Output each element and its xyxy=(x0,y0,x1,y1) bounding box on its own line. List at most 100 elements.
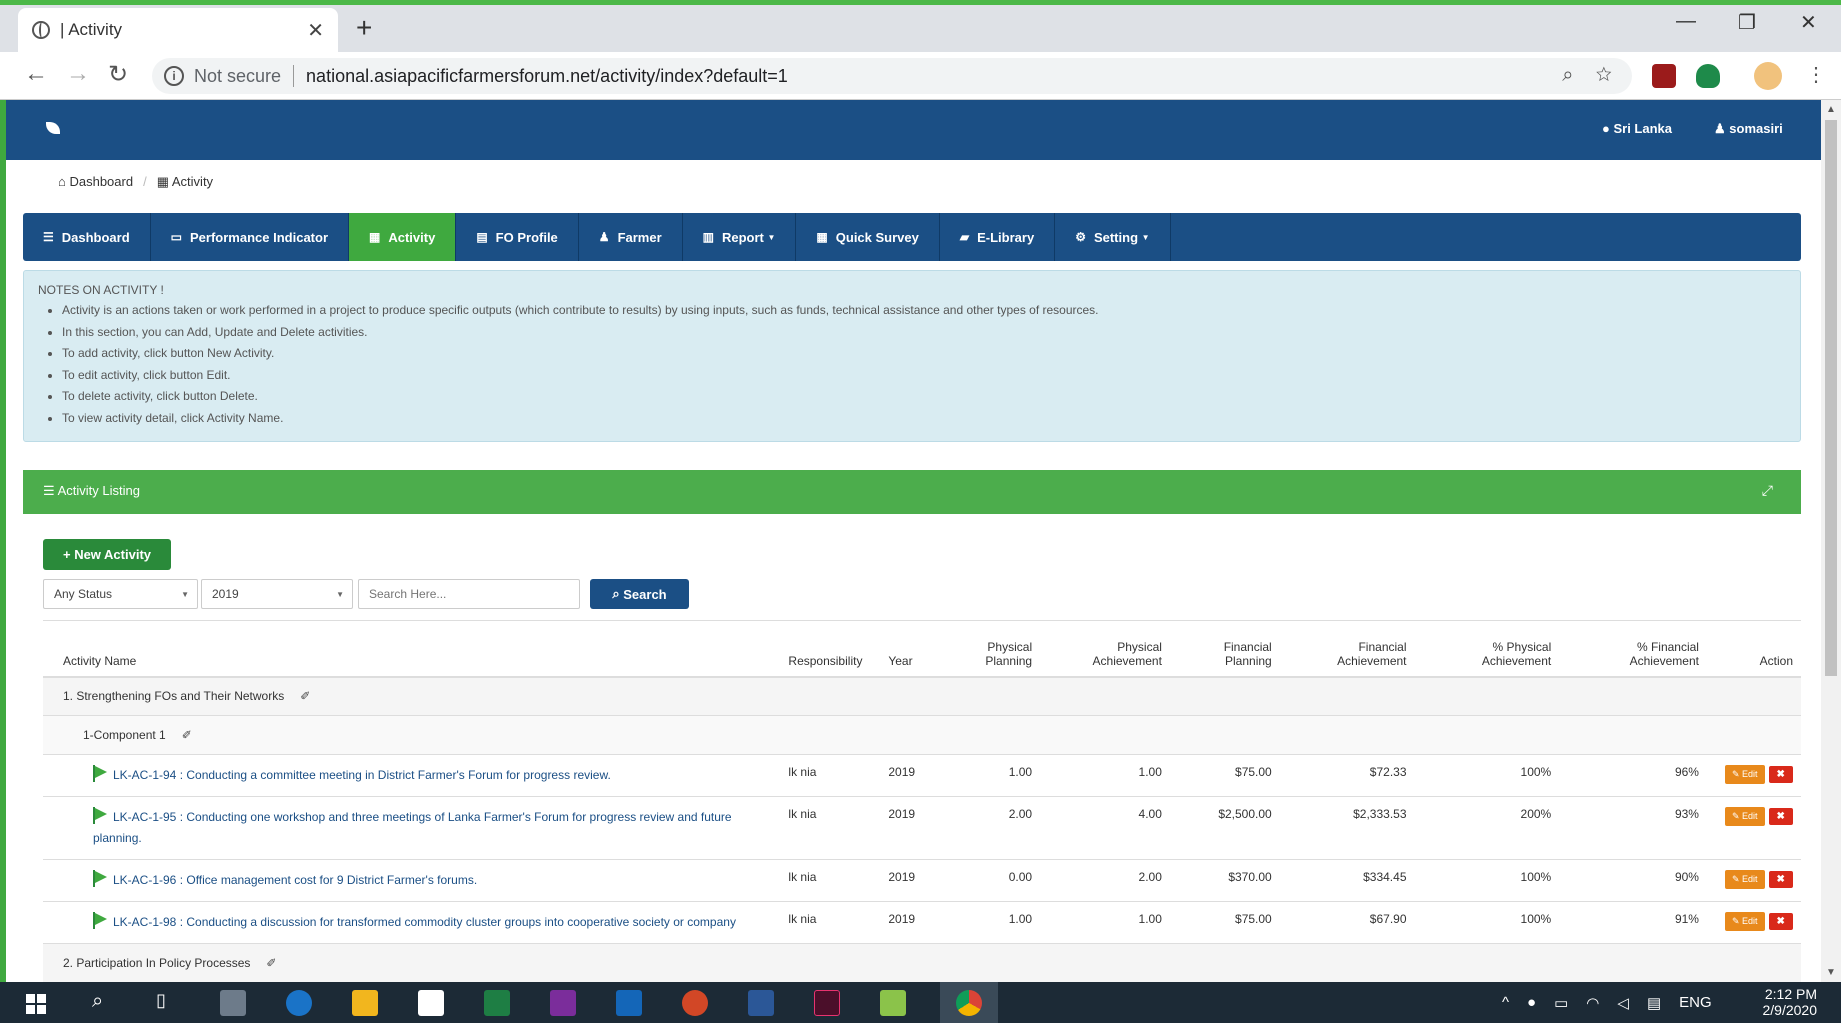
nav-e-library[interactable]: ▰ E-Library xyxy=(940,213,1056,261)
address-bar[interactable]: i Not secure national.asiapacificfarmers… xyxy=(152,58,1632,94)
search-button[interactable]: ⌕ Search xyxy=(590,579,689,609)
status-select[interactable]: Any Status ▼ xyxy=(43,579,198,609)
minimize-button[interactable]: — xyxy=(1676,10,1696,33)
info-icon[interactable]: i xyxy=(164,66,184,86)
expand-icon[interactable]: ⤢ xyxy=(1762,482,1773,499)
shield-extension-icon[interactable] xyxy=(1696,64,1720,88)
globe-icon xyxy=(32,21,50,39)
group-title[interactable]: 2. Participation In Policy Processes xyxy=(63,956,250,970)
group-title[interactable]: 1. Strengthening FOs and Their Networks xyxy=(63,689,284,703)
leaf-logo-icon[interactable] xyxy=(46,122,60,134)
store-icon[interactable] xyxy=(418,990,444,1016)
search-icon[interactable]: ⌕ xyxy=(92,990,103,1013)
physical-achievement-cell: 2.00 xyxy=(1138,870,1162,884)
wifi-icon[interactable]: ◠ xyxy=(1586,994,1599,1012)
activity-name-cell: LK-AC-1-98 : Conducting a discussion for… xyxy=(43,902,780,944)
edge-icon[interactable] xyxy=(286,990,312,1016)
pct-physical-cell: 100% xyxy=(1520,870,1552,884)
delete-button[interactable]: ✖ xyxy=(1768,871,1793,888)
word-icon[interactable] xyxy=(748,990,774,1016)
user-menu[interactable]: ♟ somasiri xyxy=(1714,121,1783,137)
restore-button[interactable]: ❐ xyxy=(1738,10,1756,35)
pct-financial-cell: 91% xyxy=(1674,912,1699,926)
edit-button[interactable]: ✎ Edit xyxy=(1724,765,1765,784)
activity-link[interactable]: LK-AC-1-98 : Conducting a discussion for… xyxy=(113,915,736,929)
search-input[interactable] xyxy=(358,579,580,609)
notifications-icon[interactable]: ▤ xyxy=(1647,994,1661,1012)
component-title[interactable]: 1-Component 1 xyxy=(83,728,166,742)
edit-button[interactable]: ✎ Edit xyxy=(1724,870,1765,889)
activity-link[interactable]: LK-AC-1-94 : Conducting a committee meet… xyxy=(113,768,611,782)
clock[interactable]: 2:12 PM 2/9/2020 xyxy=(1763,986,1818,1018)
nav-farmer[interactable]: ♟ Farmer xyxy=(579,213,683,261)
file-explorer-icon[interactable] xyxy=(352,990,378,1016)
pin-icon[interactable]: ✐ xyxy=(182,728,192,742)
group-cell: 1. Strengthening FOs and Their Networks ✐ xyxy=(43,677,1801,716)
language-indicator[interactable]: ENG xyxy=(1679,994,1712,1012)
battery-icon[interactable]: ▭ xyxy=(1554,994,1568,1012)
nav-fo-profile[interactable]: ▤ FO Profile xyxy=(456,213,579,261)
new-activity-button[interactable]: + New Activity xyxy=(43,539,171,570)
edit-button[interactable]: ✎ Edit xyxy=(1724,807,1765,826)
reload-icon[interactable]: ↻ xyxy=(108,60,128,89)
table-row: LK-AC-1-94 : Conducting a committee meet… xyxy=(43,755,1801,797)
note-item: To edit activity, click button Edit. xyxy=(62,368,1786,382)
browser-tab[interactable]: | Activity ✕ xyxy=(18,8,338,52)
volume-muted-icon[interactable]: ◁ xyxy=(1617,994,1629,1012)
note-item: To add activity, click button New Activi… xyxy=(62,346,1786,360)
physical-planning-cell: 0.00 xyxy=(1008,870,1033,884)
breadcrumb-dashboard[interactable]: ⌂ Dashboard xyxy=(58,174,133,190)
nav-performance-indicator[interactable]: ▭ Performance Indicator xyxy=(151,213,350,261)
indesign-icon[interactable] xyxy=(814,990,840,1016)
chrome-icon[interactable] xyxy=(956,990,982,1016)
activity-link[interactable]: LK-AC-1-95 : Conducting one workshop and… xyxy=(93,810,732,845)
nav-setting[interactable]: ⚙ Setting ▼ xyxy=(1055,213,1171,261)
flag-icon xyxy=(93,765,107,782)
page-scrollbar[interactable]: ▲ ▼ xyxy=(1821,100,1841,982)
edit-button[interactable]: ✎ Edit xyxy=(1724,912,1765,931)
scroll-up-icon[interactable]: ▲ xyxy=(1826,104,1836,115)
delete-button[interactable]: ✖ xyxy=(1768,808,1793,825)
zoom-icon[interactable]: ⌕ xyxy=(1562,64,1573,86)
windows-start-icon[interactable] xyxy=(26,994,46,1014)
caret-down-icon: ▼ xyxy=(181,590,189,599)
activity-link[interactable]: LK-AC-1-96 : Office management cost for … xyxy=(113,873,477,887)
clock-time: 2:12 PM xyxy=(1764,986,1817,1002)
menu-dots-icon[interactable]: ⋮ xyxy=(1806,62,1826,87)
app-icon[interactable] xyxy=(880,990,906,1016)
physical-achievement-cell: 1.00 xyxy=(1138,765,1162,779)
forward-arrow-icon[interactable]: → xyxy=(66,60,90,88)
chevron-up-icon[interactable]: ^ xyxy=(1502,994,1509,1012)
delete-button[interactable]: ✖ xyxy=(1768,913,1793,930)
file-app-icon[interactable] xyxy=(220,990,246,1016)
nav-report[interactable]: ▥ Report ▼ xyxy=(683,213,797,261)
pin-icon[interactable]: ✐ xyxy=(266,956,276,970)
extension-icon[interactable] xyxy=(1652,64,1676,88)
pct-physical-cell: 200% xyxy=(1520,807,1552,821)
task-view-icon[interactable]: ▯ xyxy=(156,990,166,1011)
nav-activity[interactable]: ▦ Activity xyxy=(349,213,457,261)
nav-dashboard[interactable]: ☰ Dashboard xyxy=(23,213,151,261)
breadcrumb-activity[interactable]: ▦ Activity xyxy=(157,174,213,190)
country-selector[interactable]: ● Sri Lanka xyxy=(1602,121,1672,136)
scroll-down-icon[interactable]: ▼ xyxy=(1826,967,1836,978)
scrollbar-thumb[interactable] xyxy=(1825,120,1837,676)
back-arrow-icon[interactable]: ← xyxy=(24,60,48,88)
window-close-button[interactable]: ✕ xyxy=(1800,10,1817,35)
delete-button[interactable]: ✖ xyxy=(1768,766,1793,783)
onenote-icon[interactable] xyxy=(550,990,576,1016)
flag-icon xyxy=(93,870,107,887)
url-text[interactable]: national.asiapacificfarmersforum.net/act… xyxy=(306,66,788,87)
star-icon[interactable]: ☆ xyxy=(1596,64,1612,86)
close-tab-icon[interactable]: ✕ xyxy=(307,18,324,43)
profile-avatar[interactable] xyxy=(1754,62,1782,90)
new-tab-button[interactable]: + xyxy=(356,12,372,44)
outlook-icon[interactable] xyxy=(616,990,642,1016)
year-select[interactable]: 2019 ▼ xyxy=(201,579,353,609)
chrome-tray-icon[interactable]: ● xyxy=(1527,994,1536,1012)
excel-icon[interactable] xyxy=(484,990,510,1016)
financial-planning-cell: $75.00 xyxy=(1235,912,1272,926)
powerpoint-icon[interactable] xyxy=(682,990,708,1016)
pin-icon[interactable]: ✐ xyxy=(300,689,310,703)
nav-quick-survey[interactable]: ▦ Quick Survey xyxy=(796,213,940,261)
